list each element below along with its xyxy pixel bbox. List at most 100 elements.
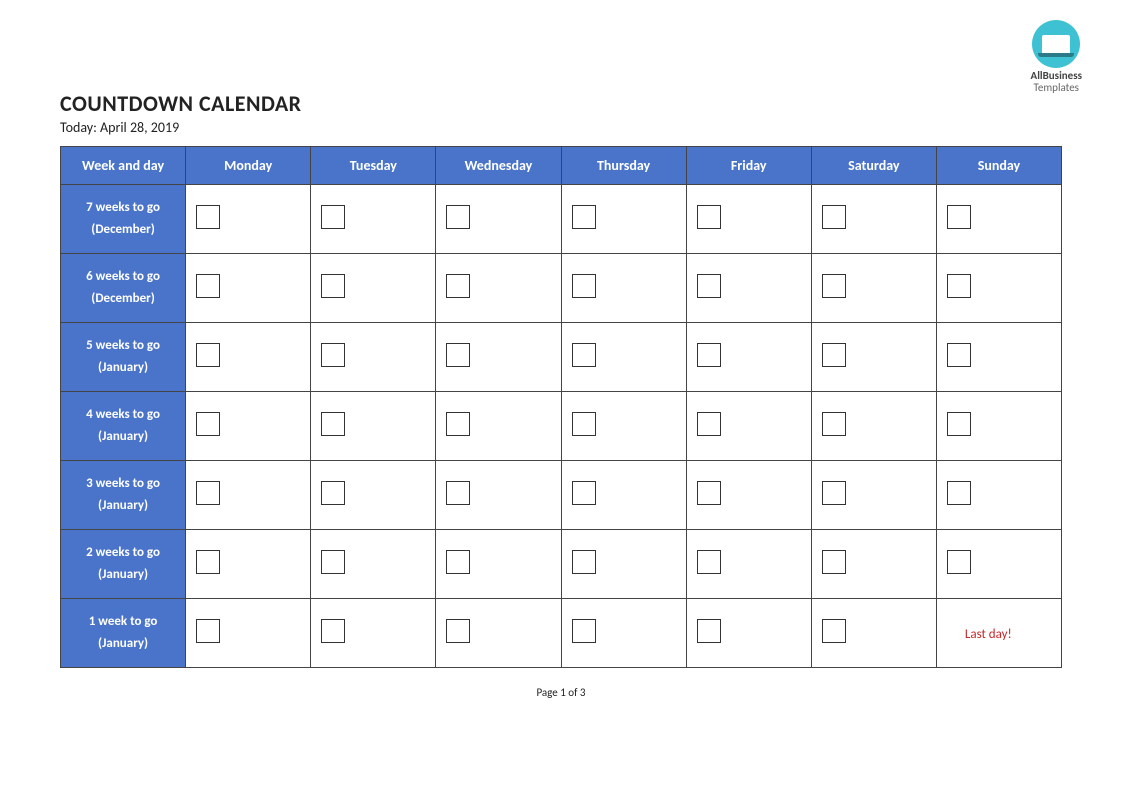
page-title: COUNTDOWN CALENDAR xyxy=(60,90,1062,117)
calendar-cell xyxy=(936,323,1061,392)
checkbox-icon[interactable] xyxy=(947,550,971,574)
checkbox-icon[interactable] xyxy=(697,412,721,436)
checkbox-icon[interactable] xyxy=(446,619,470,643)
calendar-cell xyxy=(561,461,686,530)
checkbox-icon[interactable] xyxy=(321,550,345,574)
checkbox-icon[interactable] xyxy=(446,343,470,367)
checkbox-icon[interactable] xyxy=(697,205,721,229)
calendar-cell xyxy=(436,254,561,323)
checkbox-icon[interactable] xyxy=(196,412,220,436)
checkbox-icon[interactable] xyxy=(697,481,721,505)
calendar-cell xyxy=(186,530,311,599)
checkbox-icon[interactable] xyxy=(822,205,846,229)
page-footer: Page 1 of 3 xyxy=(60,686,1062,699)
table-row: 1 week to go(January) Last day! xyxy=(61,599,1062,668)
calendar-cell xyxy=(186,323,311,392)
checkbox-icon[interactable] xyxy=(947,481,971,505)
table-row: 7 weeks to go(December) xyxy=(61,185,1062,254)
col-header-monday: Monday xyxy=(186,147,311,185)
checkbox-icon[interactable] xyxy=(572,550,596,574)
checkbox-icon[interactable] xyxy=(822,274,846,298)
calendar-cell xyxy=(936,254,1061,323)
calendar-cell xyxy=(686,392,811,461)
checkbox-icon[interactable] xyxy=(196,481,220,505)
checkbox-icon[interactable] xyxy=(446,481,470,505)
checkbox-icon[interactable] xyxy=(572,274,596,298)
table-row: 2 weeks to go(January) xyxy=(61,530,1062,599)
checkbox-icon[interactable] xyxy=(196,619,220,643)
checkbox-icon[interactable] xyxy=(822,412,846,436)
checkbox-icon[interactable] xyxy=(321,274,345,298)
calendar-cell xyxy=(561,392,686,461)
checkbox-icon[interactable] xyxy=(446,274,470,298)
checkbox-icon[interactable] xyxy=(196,550,220,574)
calendar-cell: Last day! xyxy=(936,599,1061,668)
calendar-cell xyxy=(811,599,936,668)
calendar-cell xyxy=(811,392,936,461)
calendar-cell xyxy=(436,461,561,530)
checkbox-icon[interactable] xyxy=(572,205,596,229)
row-header: 2 weeks to go(January) xyxy=(61,530,186,599)
calendar-cell xyxy=(561,323,686,392)
checkbox-icon[interactable] xyxy=(196,274,220,298)
calendar-cell xyxy=(936,461,1061,530)
checkbox-icon[interactable] xyxy=(572,481,596,505)
checkbox-icon[interactable] xyxy=(572,343,596,367)
col-header-friday: Friday xyxy=(686,147,811,185)
logo-line2: Templates xyxy=(1034,81,1079,94)
calendar-cell xyxy=(561,599,686,668)
checkbox-icon[interactable] xyxy=(446,412,470,436)
checkbox-icon[interactable] xyxy=(697,550,721,574)
row-header: 7 weeks to go(December) xyxy=(61,185,186,254)
checkbox-icon[interactable] xyxy=(321,619,345,643)
table-row: 5 weeks to go(January) xyxy=(61,323,1062,392)
calendar-cell xyxy=(436,392,561,461)
checkbox-icon[interactable] xyxy=(196,205,220,229)
checkbox-icon[interactable] xyxy=(947,274,971,298)
checkbox-icon[interactable] xyxy=(947,412,971,436)
checkbox-icon[interactable] xyxy=(321,343,345,367)
col-header-wednesday: Wednesday xyxy=(436,147,561,185)
table-row: 6 weeks to go(December) xyxy=(61,254,1062,323)
checkbox-icon[interactable] xyxy=(572,619,596,643)
calendar-cell xyxy=(811,461,936,530)
checkbox-icon[interactable] xyxy=(697,619,721,643)
row-header: 4 weeks to go(January) xyxy=(61,392,186,461)
calendar-cell xyxy=(936,185,1061,254)
checkbox-icon[interactable] xyxy=(822,343,846,367)
col-header-thursday: Thursday xyxy=(561,147,686,185)
checkbox-icon[interactable] xyxy=(822,481,846,505)
checkbox-icon[interactable] xyxy=(697,343,721,367)
calendar-cell xyxy=(936,530,1061,599)
calendar-cell xyxy=(686,530,811,599)
calendar-cell xyxy=(311,392,436,461)
checkbox-icon[interactable] xyxy=(196,343,220,367)
checkbox-icon[interactable] xyxy=(947,205,971,229)
checkbox-icon[interactable] xyxy=(822,619,846,643)
col-header-week: Week and day xyxy=(61,147,186,185)
checkbox-icon[interactable] xyxy=(446,550,470,574)
calendar-cell xyxy=(936,392,1061,461)
row-header: 5 weeks to go(January) xyxy=(61,323,186,392)
last-day-label: Last day! xyxy=(947,627,1012,642)
calendar-cell xyxy=(561,254,686,323)
checkbox-icon[interactable] xyxy=(321,412,345,436)
row-header: 1 week to go(January) xyxy=(61,599,186,668)
calendar-cell xyxy=(186,392,311,461)
calendar-cell xyxy=(811,323,936,392)
calendar-cell xyxy=(686,323,811,392)
checkbox-icon[interactable] xyxy=(321,205,345,229)
calendar-cell xyxy=(186,461,311,530)
calendar-cell xyxy=(436,599,561,668)
calendar-cell xyxy=(811,254,936,323)
calendar-cell xyxy=(561,185,686,254)
calendar-cell xyxy=(311,254,436,323)
calendar-cell xyxy=(436,185,561,254)
calendar-cell xyxy=(561,530,686,599)
checkbox-icon[interactable] xyxy=(822,550,846,574)
checkbox-icon[interactable] xyxy=(572,412,596,436)
checkbox-icon[interactable] xyxy=(697,274,721,298)
checkbox-icon[interactable] xyxy=(446,205,470,229)
checkbox-icon[interactable] xyxy=(321,481,345,505)
checkbox-icon[interactable] xyxy=(947,343,971,367)
